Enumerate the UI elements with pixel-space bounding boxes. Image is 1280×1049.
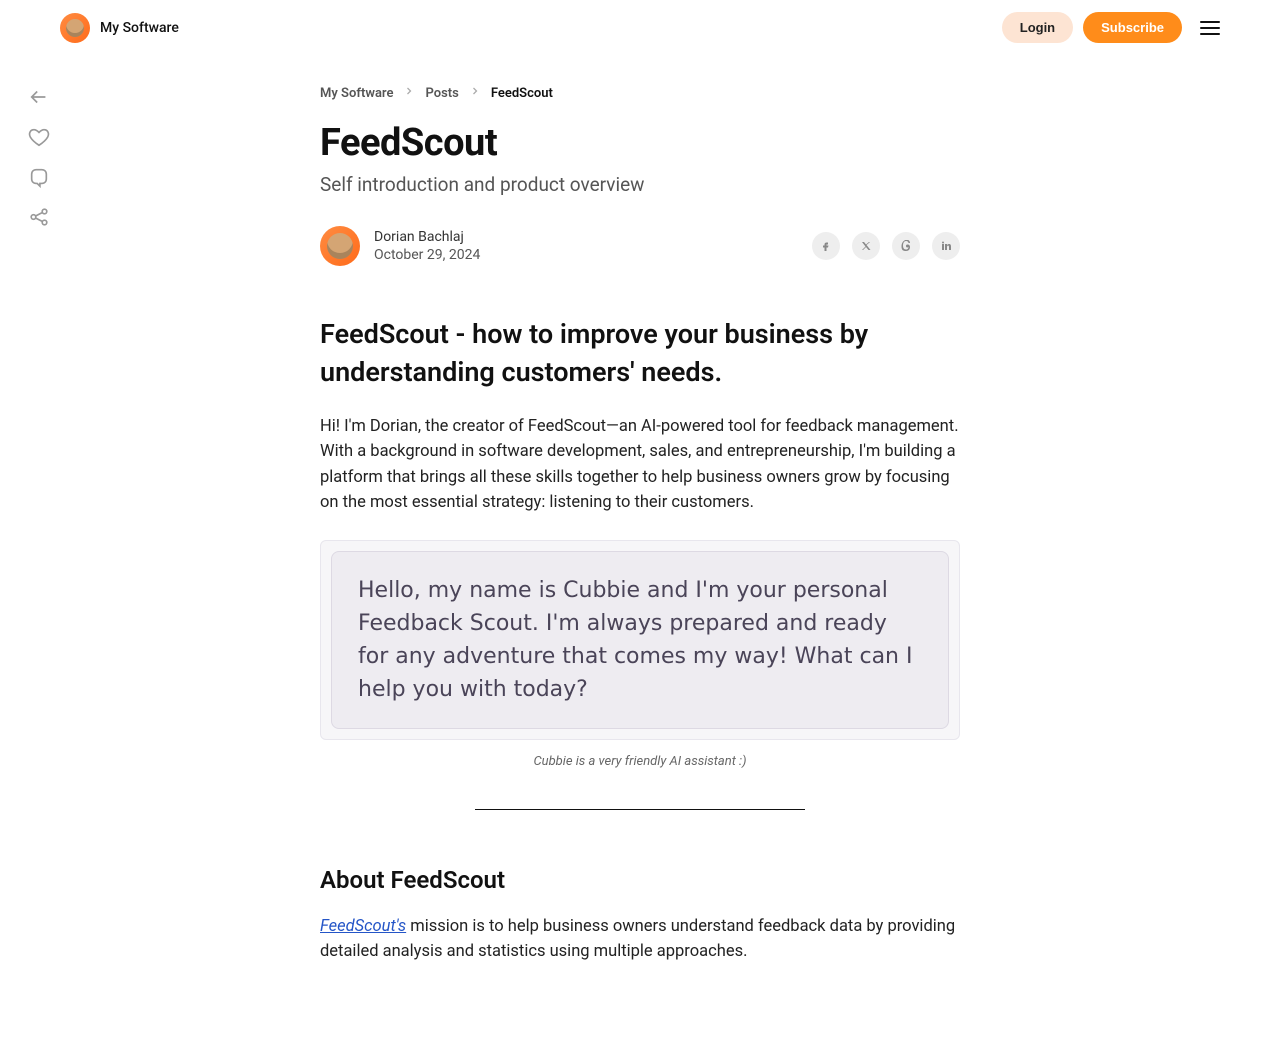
- site-logo: [60, 13, 90, 43]
- facebook-icon[interactable]: [812, 232, 840, 260]
- publish-date: October 29, 2024: [374, 247, 480, 263]
- paragraph-intro: Hi! I'm Dorian, the creator of FeedScout…: [320, 414, 960, 516]
- threads-icon[interactable]: [892, 232, 920, 260]
- back-icon[interactable]: [28, 86, 50, 108]
- header-brand[interactable]: My Software: [60, 13, 179, 43]
- paragraph-about: FeedScout's mission is to help business …: [320, 914, 960, 965]
- breadcrumb-item-current: FeedScout: [491, 86, 553, 101]
- share-icon[interactable]: [28, 206, 50, 228]
- page-title: FeedScout: [320, 121, 960, 165]
- chevron-right-icon: [469, 85, 481, 101]
- chat-figure: Hello, my name is Cubbie and I'm your pe…: [320, 540, 960, 740]
- heart-icon[interactable]: [28, 126, 50, 148]
- side-actions: [28, 86, 50, 228]
- header-actions: Login Subscribe: [1002, 12, 1220, 43]
- author-info: Dorian Bachlaj October 29, 2024: [320, 226, 480, 266]
- section-heading-about: About FeedScout: [320, 866, 960, 894]
- comment-icon[interactable]: [28, 166, 50, 188]
- header: My Software Login Subscribe: [0, 0, 1280, 55]
- paragraph-about-rest: mission is to help business owners under…: [320, 917, 955, 962]
- site-name: My Software: [100, 20, 179, 36]
- feedscout-link[interactable]: FeedScout's: [320, 917, 406, 936]
- login-button[interactable]: Login: [1002, 12, 1073, 43]
- chat-bubble: Hello, my name is Cubbie and I'm your pe…: [331, 551, 949, 729]
- chevron-right-icon: [403, 85, 415, 101]
- page-subtitle: Self introduction and product overview: [320, 173, 960, 196]
- subscribe-button[interactable]: Subscribe: [1083, 12, 1182, 43]
- divider: [475, 809, 805, 810]
- share-buttons: [812, 232, 960, 260]
- author-avatar[interactable]: [320, 226, 360, 266]
- breadcrumb-item-posts[interactable]: Posts: [425, 86, 458, 101]
- section-heading-intro: FeedScout - how to improve your business…: [320, 316, 960, 392]
- main-content: My Software Posts FeedScout FeedScout Se…: [320, 55, 960, 1049]
- breadcrumb: My Software Posts FeedScout: [320, 85, 960, 101]
- breadcrumb-item-root[interactable]: My Software: [320, 86, 393, 101]
- author-row: Dorian Bachlaj October 29, 2024: [320, 226, 960, 266]
- linkedin-icon[interactable]: [932, 232, 960, 260]
- x-twitter-icon[interactable]: [852, 232, 880, 260]
- author-name[interactable]: Dorian Bachlaj: [374, 229, 480, 245]
- menu-icon[interactable]: [1200, 21, 1220, 35]
- image-caption: Cubbie is a very friendly AI assistant :…: [320, 754, 960, 769]
- chat-screenshot: Hello, my name is Cubbie and I'm your pe…: [320, 540, 960, 740]
